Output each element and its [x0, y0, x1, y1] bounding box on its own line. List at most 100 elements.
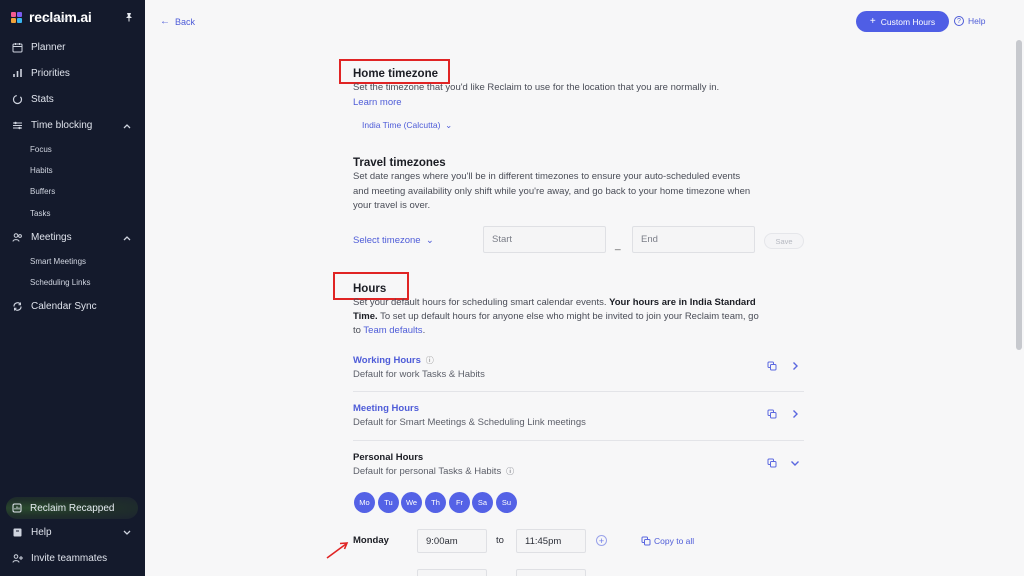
- travel-timezone-select[interactable]: Select timezone ⌄: [353, 235, 434, 246]
- hours-title: Hours: [353, 283, 387, 295]
- calendar-icon: [12, 43, 23, 53]
- home-timezone-select[interactable]: India Time (Calcutta) ⌄: [362, 120, 452, 131]
- info-icon: ⓘ: [423, 356, 434, 365]
- arrow-left-icon: ←: [160, 16, 170, 27]
- time-blocking-icon: [13, 121, 22, 130]
- sidebar-item-meetings[interactable]: Meetings: [12, 232, 72, 243]
- meeting-hours-sub: Default for Smart Meetings & Scheduling …: [353, 417, 586, 428]
- sidebar-item-calendar-sync[interactable]: Calendar Sync: [12, 301, 97, 312]
- pin-icon[interactable]: [124, 12, 134, 22]
- help-label: Help: [968, 16, 986, 26]
- sidebar-item-invite-teammates[interactable]: Invite teammates: [12, 553, 107, 564]
- main-content: ← Back + Custom Hours ? Help Home timezo…: [145, 0, 1024, 576]
- monday-end-time[interactable]: 11:45pm: [516, 529, 586, 553]
- sidebar-subitem-buffers[interactable]: Buffers: [30, 187, 55, 196]
- help-circle-icon: ?: [954, 16, 964, 26]
- meeting-hours-row[interactable]: Meeting Hours Default for Smart Meetings…: [353, 392, 804, 441]
- next-day-start-time[interactable]: [417, 569, 487, 576]
- learn-more-link[interactable]: Learn more: [353, 96, 402, 111]
- sidebar-item-label: Help: [31, 527, 52, 538]
- hours-desc-text: to: [353, 325, 361, 336]
- day-toggle-sa[interactable]: Sa: [472, 492, 493, 513]
- travel-timezones-title: Travel timezones: [353, 157, 446, 169]
- recap-label: Reclaim Recapped: [30, 502, 115, 514]
- stats-icon: [12, 94, 23, 105]
- sidebar-item-label: Stats: [31, 94, 54, 105]
- personal-hours-sub: Default for personal Tasks & Habits ⓘ: [353, 466, 514, 477]
- day-toggle-su[interactable]: Su: [496, 492, 517, 513]
- chevron-down-icon: ⌄: [423, 235, 434, 246]
- back-link[interactable]: ← Back: [160, 16, 195, 27]
- chevron-down-icon: ⌄: [442, 120, 453, 130]
- copy-icon: [641, 536, 651, 546]
- meeting-hours-title[interactable]: Meeting Hours: [353, 403, 419, 414]
- travel-timezones-desc-2: and meeting availability only shift whil…: [353, 186, 751, 197]
- sidebar-item-label: Planner: [31, 42, 66, 53]
- people-icon: [12, 233, 22, 242]
- sidebar-item-priorities[interactable]: Priorities: [12, 68, 70, 79]
- range-separator: _: [615, 240, 621, 251]
- help-link[interactable]: ? Help: [954, 16, 985, 26]
- hours-desc-1: Set your default hours for scheduling sm…: [353, 296, 756, 311]
- chevron-right-icon[interactable]: [790, 361, 800, 371]
- chevron-right-icon[interactable]: [790, 409, 800, 419]
- travel-end-input[interactable]: End: [632, 226, 755, 253]
- team-defaults-link[interactable]: Team defaults: [363, 325, 422, 336]
- copy-icon[interactable]: [767, 361, 777, 371]
- row-actions: [767, 409, 800, 419]
- hours-desc-2: Time. To set up default hours for anyone…: [353, 310, 759, 325]
- sidebar-subitem-focus[interactable]: Focus: [30, 145, 52, 154]
- sidebar-subitem-scheduling-links[interactable]: Scheduling Links: [30, 278, 90, 287]
- next-day-end-time[interactable]: [516, 569, 586, 576]
- copy-icon[interactable]: [767, 458, 777, 468]
- chevron-up-icon[interactable]: [123, 235, 131, 241]
- sync-icon: [13, 302, 22, 311]
- hours-desc-3: to Team defaults.: [353, 324, 425, 339]
- personal-hours-title: Personal Hours: [353, 452, 424, 463]
- monday-label: Monday: [353, 535, 389, 546]
- home-timezone-desc: Set the timezone that you'd like Reclaim…: [353, 82, 720, 93]
- working-hours-title[interactable]: Working Hours ⓘ: [353, 355, 434, 366]
- copy-icon[interactable]: [767, 409, 777, 419]
- annotation-arrow: [326, 542, 349, 559]
- sidebar-item-help[interactable]: Help: [12, 527, 52, 538]
- sidebar-subitem-habits[interactable]: Habits: [30, 166, 53, 175]
- reclaim-logo-icon: [11, 12, 22, 23]
- copy-to-all-button[interactable]: Copy to all: [641, 536, 694, 546]
- help-book-icon: [13, 528, 22, 537]
- monday-start-time[interactable]: 9:00am: [417, 529, 487, 553]
- select-timezone-label: Select timezone: [353, 235, 421, 246]
- sidebar-subitem-smart-meetings[interactable]: Smart Meetings: [30, 257, 86, 266]
- sidebar-subitem-tasks[interactable]: Tasks: [30, 209, 50, 218]
- add-time-range-icon[interactable]: +: [596, 535, 607, 546]
- row-actions: [767, 458, 800, 468]
- travel-start-input[interactable]: Start: [483, 226, 606, 253]
- sidebar-item-time-blocking[interactable]: Time blocking: [12, 120, 92, 131]
- day-toggle-we[interactable]: We: [401, 492, 422, 513]
- brand-sub: from Dropbox: [44, 16, 69, 21]
- hours-desc-text: .: [422, 325, 426, 336]
- back-label: Back: [175, 16, 196, 27]
- custom-hours-button[interactable]: + Custom Hours: [856, 11, 949, 32]
- sidebar-item-planner[interactable]: Planner: [12, 42, 65, 53]
- day-toggle-fr[interactable]: Fr: [449, 492, 470, 513]
- working-hours-row[interactable]: Working Hours ⓘ Default for work Tasks &…: [353, 348, 804, 392]
- reclaim-recapped-button[interactable]: Reclaim Recapped: [6, 497, 138, 519]
- sidebar-item-stats[interactable]: Stats: [12, 94, 54, 105]
- chevron-down-icon[interactable]: [790, 458, 800, 468]
- sidebar-item-label: Calendar Sync: [31, 301, 97, 312]
- day-toggle-tu[interactable]: Tu: [378, 492, 399, 513]
- hours-desc-text: To set up default hours for anyone else …: [380, 311, 759, 322]
- chevron-up-icon[interactable]: [123, 123, 131, 129]
- day-toggle-mo[interactable]: Mo: [354, 492, 375, 513]
- to-label: to: [496, 535, 504, 546]
- save-travel-button[interactable]: Save: [764, 233, 804, 249]
- day-toggle-th[interactable]: Th: [425, 492, 446, 513]
- working-hours-sub: Default for work Tasks & Habits: [353, 369, 485, 380]
- scrollbar[interactable]: [1016, 40, 1022, 350]
- hours-desc-text: Set your default hours for scheduling sm…: [353, 297, 607, 308]
- recap-icon: [12, 503, 22, 513]
- add-user-icon: [12, 554, 23, 563]
- sidebar: reclaim.ai from Dropbox Planner Prioriti…: [0, 0, 145, 576]
- chevron-down-icon[interactable]: [123, 530, 131, 536]
